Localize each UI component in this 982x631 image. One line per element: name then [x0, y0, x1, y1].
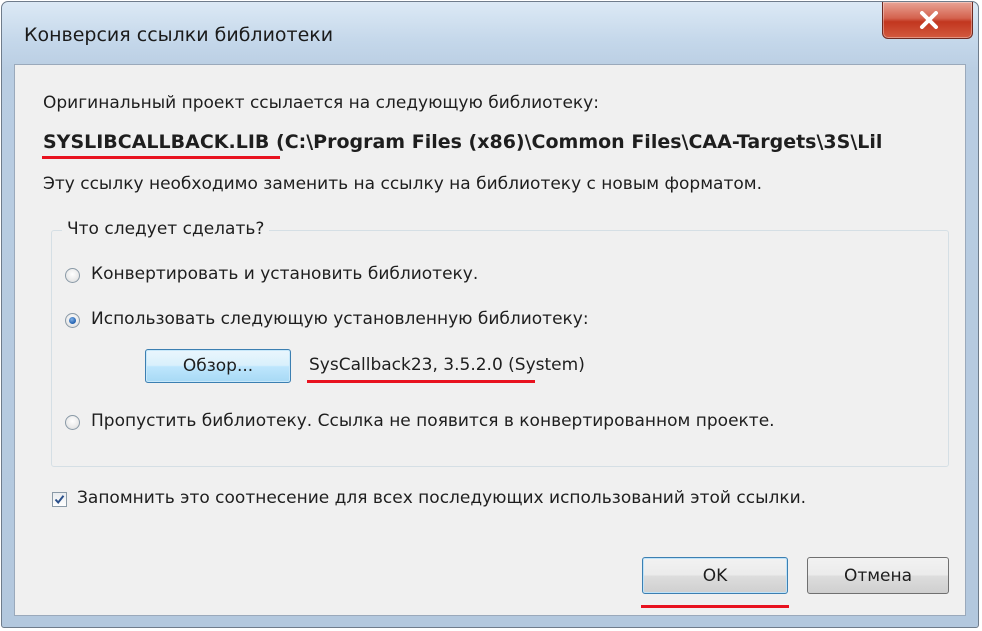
radio-use-installed[interactable] [65, 313, 80, 328]
library-path: (C:\Program Files (x86)\Common Files\CAA… [269, 131, 883, 153]
selected-library: SysCallback23, 3.5.2.0 (System) [309, 355, 585, 375]
checkmark-icon [54, 495, 65, 505]
radio-convert-label[interactable]: Конвертировать и установить библиотеку. [91, 264, 478, 284]
radio-skip-label[interactable]: Пропустить библиотеку. Ссылка не появитс… [91, 411, 775, 431]
dialog-window: Конверсия ссылки библиотеки Оригинальный… [1, 1, 979, 628]
intro-text: Оригинальный проект ссылается на следующ… [43, 93, 599, 113]
library-reference: SYSLIBCALLBACK.LIB (C:\Program Files (x8… [43, 131, 955, 153]
selected-library-underline [307, 380, 535, 383]
selected-library-name: SysCallback23, 3.5.2.0 [309, 355, 503, 375]
library-name: SYSLIBCALLBACK.LIB [43, 131, 270, 153]
radio-skip[interactable] [65, 415, 80, 430]
radio-convert[interactable] [65, 268, 80, 283]
action-group-title: Что следует сделать? [62, 219, 270, 239]
dialog-body: Оригинальный проект ссылается на следующ… [14, 64, 966, 616]
radio-use-installed-label[interactable]: Использовать следующую установленную биб… [91, 309, 589, 329]
ok-button[interactable]: OK [642, 557, 788, 594]
selected-library-suffix: (System) [502, 355, 585, 375]
close-button[interactable] [882, 2, 973, 39]
dialog-title: Конверсия ссылки библиотеки [24, 24, 334, 46]
cancel-button[interactable]: Отмена [807, 557, 949, 594]
action-group: Что следует сделать? Конвертировать и ус… [51, 219, 949, 467]
close-icon [920, 11, 938, 29]
title-bar[interactable]: Конверсия ссылки библиотеки [2, 2, 978, 64]
remember-label[interactable]: Запомнить это соотнесение для всех после… [77, 488, 806, 508]
ok-button-underline [641, 605, 789, 608]
remember-checkbox[interactable] [52, 492, 67, 507]
library-name-underline [42, 156, 280, 159]
browse-button[interactable]: Обзор... [145, 349, 291, 383]
replace-note: Эту ссылку необходимо заменить на ссылку… [43, 174, 762, 194]
